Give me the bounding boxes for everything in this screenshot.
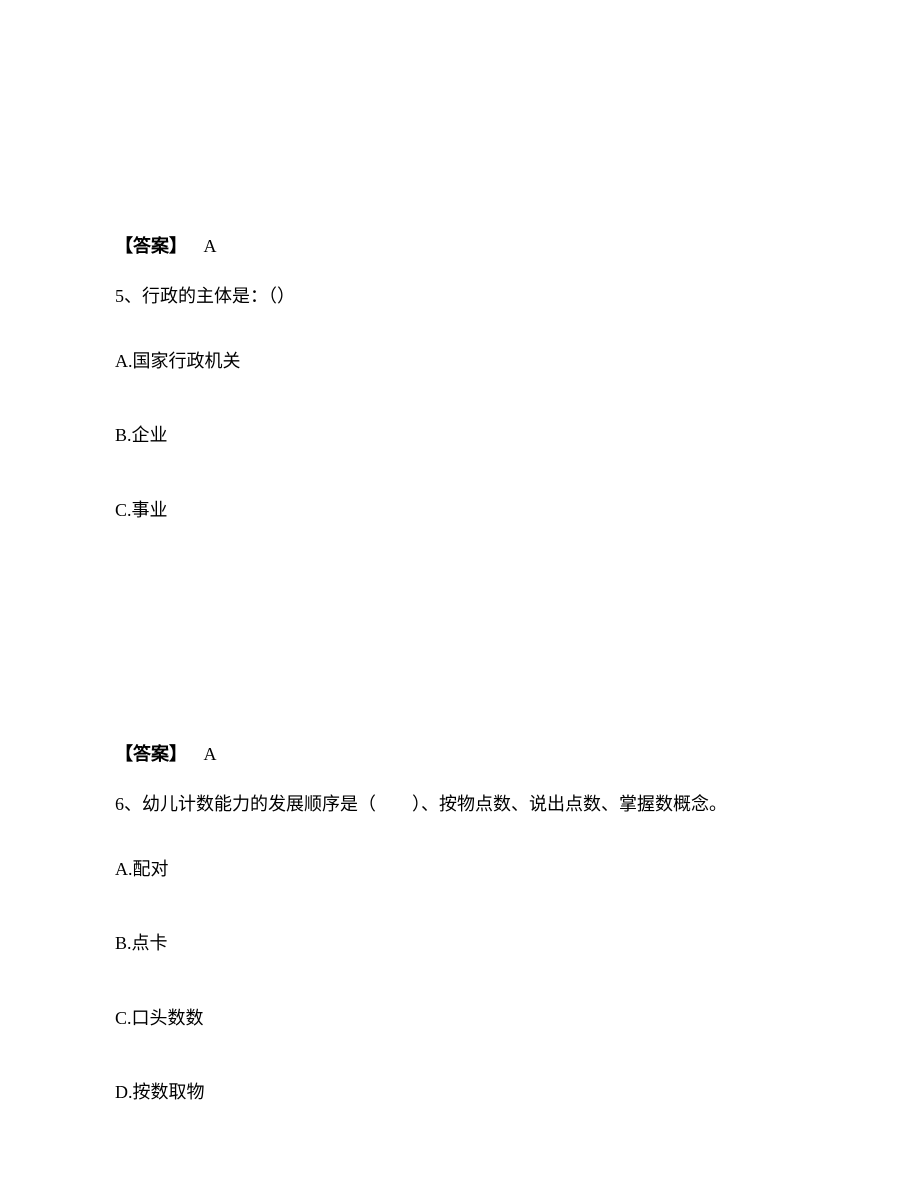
- section-gap: [115, 568, 920, 738]
- answer-value: A: [204, 236, 217, 256]
- answer-value: A: [204, 744, 217, 764]
- question-6-text: 6、幼儿计数能力的发展顺序是（ ）、按物点数、说出点数、掌握数概念。: [115, 788, 920, 820]
- question-6-option-a: A.配对: [115, 853, 920, 885]
- answer-block-q4: 【答案】 A: [115, 230, 920, 262]
- answer-label: 【答案】: [115, 744, 187, 764]
- answer-block-q5: 【答案】 A: [115, 738, 920, 770]
- question-6-option-d: D.按数取物: [115, 1076, 920, 1108]
- question-5-option-b: B.企业: [115, 419, 920, 451]
- question-6-option-b: B.点卡: [115, 927, 920, 959]
- question-5-text: 5、行政的主体是：（）: [115, 280, 920, 312]
- question-5-option-a: A.国家行政机关: [115, 345, 920, 377]
- question-6-option-c: C.口头数数: [115, 1002, 920, 1034]
- question-5-option-c: C.事业: [115, 494, 920, 526]
- answer-label: 【答案】: [115, 236, 187, 256]
